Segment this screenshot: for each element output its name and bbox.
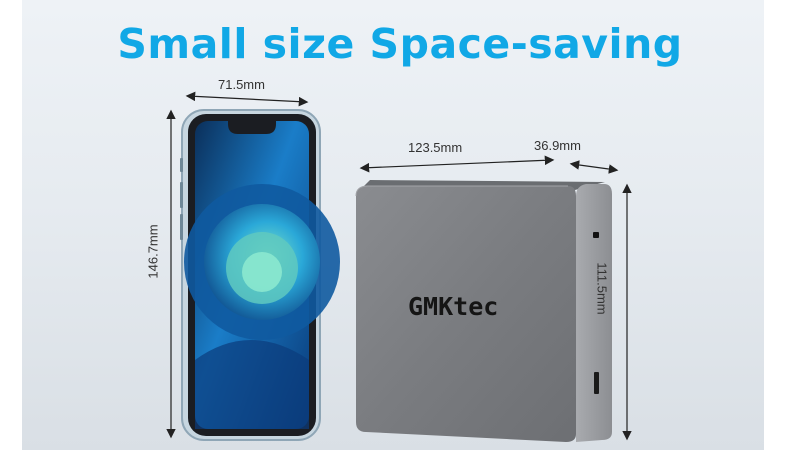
phone-height-label: 146.7mm (145, 224, 161, 279)
pc-length-label: 123.5mm (408, 140, 463, 155)
product-image: Small size Space-saving 71.5mm 146.7mm 1… (0, 0, 800, 450)
phone-width-label: 71.5mm (218, 77, 265, 92)
pc-length-arrow (359, 155, 555, 173)
gmktec-logo: GMKtec (408, 292, 499, 321)
phone-width-arrow (185, 91, 309, 107)
devices-illustration (166, 91, 632, 442)
pc-depth-arrow (569, 160, 619, 174)
pc-depth-label: 36.9mm (534, 138, 581, 153)
smartphone (180, 109, 340, 441)
pc-height-label: 111.5mm (594, 262, 610, 315)
